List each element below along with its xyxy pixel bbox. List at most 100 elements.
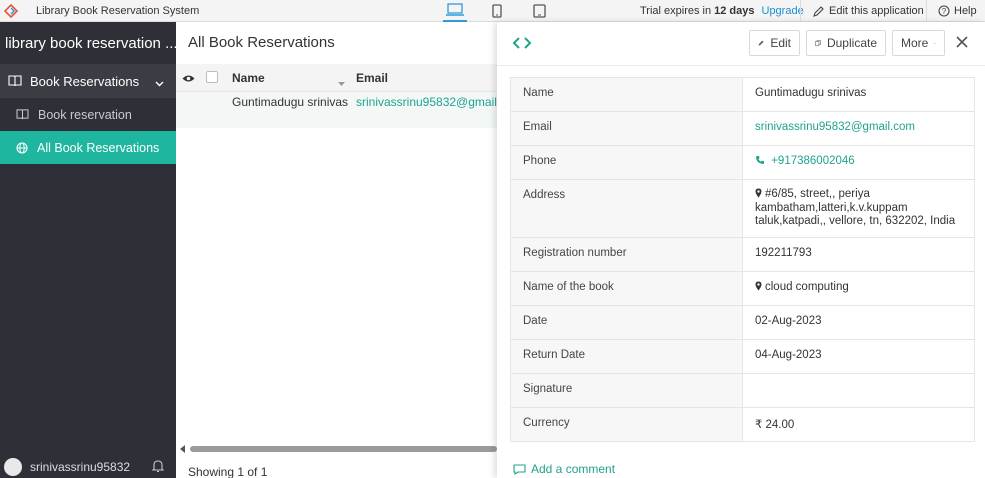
sort-down-icon[interactable]: [338, 75, 345, 89]
close-icon[interactable]: [956, 36, 968, 51]
field-label: Signature: [510, 373, 743, 408]
field-label: Return Date: [510, 339, 743, 374]
edit-label: Edit: [770, 36, 791, 50]
sidebar-item-label: All Book Reservations: [37, 140, 160, 155]
field-label: Phone: [510, 145, 743, 180]
more-label: More: [901, 36, 929, 50]
table-row[interactable]: Guntimadugu srinivas srinivassrinu95832@…: [176, 92, 497, 128]
add-comment-link[interactable]: Add a comment: [513, 462, 615, 476]
record-detail-panel: Edit Duplicate More Name Guntimadugu sri…: [497, 22, 985, 478]
column-header-email[interactable]: Email: [356, 71, 388, 85]
divider: [926, 0, 927, 22]
help-icon: ?: [938, 5, 950, 17]
pencil-icon: [813, 5, 824, 17]
record-fields-table: Name Guntimadugu srinivas Email srinivas…: [510, 77, 975, 442]
record-count: Showing 1 of 1: [188, 465, 268, 478]
edit-button[interactable]: Edit: [749, 30, 800, 56]
device-preview-switcher: [443, 0, 551, 22]
field-label: Name: [510, 77, 743, 112]
address-line: kambatham,latteri,k.v.kuppam: [755, 202, 908, 214]
row-email-cell[interactable]: srinivassrinu95832@gmail.com: [356, 95, 497, 109]
sidebar: library book reservation ... Book Reserv…: [0, 22, 176, 478]
field-label: Name of the book: [510, 271, 743, 306]
help-label: Help: [954, 5, 977, 17]
scrollbar-thumb[interactable]: [190, 446, 497, 452]
horizontal-scrollbar[interactable]: [176, 442, 497, 456]
field-row: Name of the book cloud computing: [510, 271, 975, 306]
globe-icon: [16, 141, 28, 154]
table-header: Name Email: [176, 64, 497, 92]
app-title: Library Book Reservation System: [36, 4, 200, 17]
field-row: Date 02-Aug-2023: [510, 305, 975, 340]
sidebar-user[interactable]: srinivassrinu95832: [0, 456, 176, 478]
field-row: Address #6/85, street,, periya kambatham…: [510, 179, 975, 238]
field-value: 02-Aug-2023: [742, 305, 975, 340]
app-logo-icon[interactable]: [0, 0, 22, 22]
map-marker-icon: [755, 188, 762, 202]
field-value: ₹ 24.00: [742, 407, 975, 442]
address-line: taluk,katpadi,, vellore, tn, 632202, Ind…: [755, 215, 956, 227]
field-label: Date: [510, 305, 743, 340]
page-title: All Book Reservations: [188, 34, 335, 51]
mobile-view-icon[interactable]: [485, 0, 509, 22]
avatar[interactable]: [4, 458, 22, 476]
signature-value: [742, 373, 975, 408]
sidebar-app-name: library book reservation ...: [5, 34, 176, 52]
username: srinivassrinu95832: [30, 460, 131, 474]
sidebar-item-all-book-reservations[interactable]: All Book Reservations: [0, 131, 176, 164]
bell-icon[interactable]: [151, 459, 165, 476]
phone-link[interactable]: +917386002046: [755, 155, 855, 167]
tablet-view-icon[interactable]: [527, 0, 551, 22]
field-row: Return Date 04-Aug-2023: [510, 339, 975, 374]
upgrade-link[interactable]: Upgrade: [762, 5, 804, 17]
more-button[interactable]: More: [892, 30, 945, 56]
duplicate-button[interactable]: Duplicate: [806, 30, 886, 56]
book-icon: [8, 75, 22, 87]
chevron-down-icon: [934, 42, 936, 44]
duplicate-label: Duplicate: [826, 36, 877, 50]
field-row: Registration number 192211793: [510, 237, 975, 272]
scroll-left-icon[interactable]: [176, 445, 188, 453]
book-icon: [16, 109, 29, 120]
map-marker-icon: [755, 281, 762, 294]
row-name-cell: Guntimadugu srinivas: [232, 95, 349, 109]
sidebar-section-label: Book Reservations: [30, 73, 140, 89]
edit-application-button[interactable]: Edit this application: [813, 0, 924, 22]
desktop-view-icon[interactable]: [443, 0, 467, 22]
address-line: #6/85, street,, periya: [765, 188, 870, 200]
field-row: Signature: [510, 373, 975, 408]
field-value: Guntimadugu srinivas: [742, 77, 975, 112]
phone-value: +917386002046: [771, 155, 855, 167]
field-row: Phone +917386002046: [510, 145, 975, 180]
field-label: Registration number: [510, 237, 743, 272]
field-value: cloud computing: [765, 281, 849, 293]
sidebar-item-label: Book reservation: [38, 107, 132, 122]
eye-icon[interactable]: [182, 72, 195, 86]
sidebar-section-book-reservations[interactable]: Book Reservations: [0, 64, 176, 98]
sidebar-item-book-reservation[interactable]: Book reservation: [0, 98, 176, 131]
field-value: 192211793: [742, 237, 975, 272]
chevron-down-icon[interactable]: [155, 75, 164, 90]
report-list-panel: All Book Reservations Name Email Guntima…: [176, 22, 497, 478]
svg-text:?: ?: [942, 7, 947, 16]
field-label: Address: [510, 179, 743, 238]
field-row: Email srinivassrinu95832@gmail.com: [510, 111, 975, 146]
field-label: Email: [510, 111, 743, 146]
phone-icon: [755, 155, 765, 168]
field-row: Currency ₹ 24.00: [510, 407, 975, 442]
code-icon[interactable]: [512, 36, 532, 53]
pencil-icon: [758, 40, 764, 46]
column-header-name[interactable]: Name: [232, 71, 265, 85]
divider: [800, 0, 801, 22]
field-label: Currency: [510, 407, 743, 442]
trial-days: 12 days: [714, 5, 755, 17]
select-all-checkbox[interactable]: [206, 71, 218, 83]
copy-icon: [815, 40, 821, 46]
detail-toolbar: Edit Duplicate More: [497, 22, 985, 66]
help-button[interactable]: ? Help: [938, 0, 977, 22]
field-row: Name Guntimadugu srinivas: [510, 77, 975, 112]
add-comment-label: Add a comment: [531, 462, 616, 476]
field-value: 04-Aug-2023: [742, 339, 975, 374]
email-link[interactable]: srinivassrinu95832@gmail.com: [755, 121, 915, 133]
comment-icon: [513, 463, 526, 475]
